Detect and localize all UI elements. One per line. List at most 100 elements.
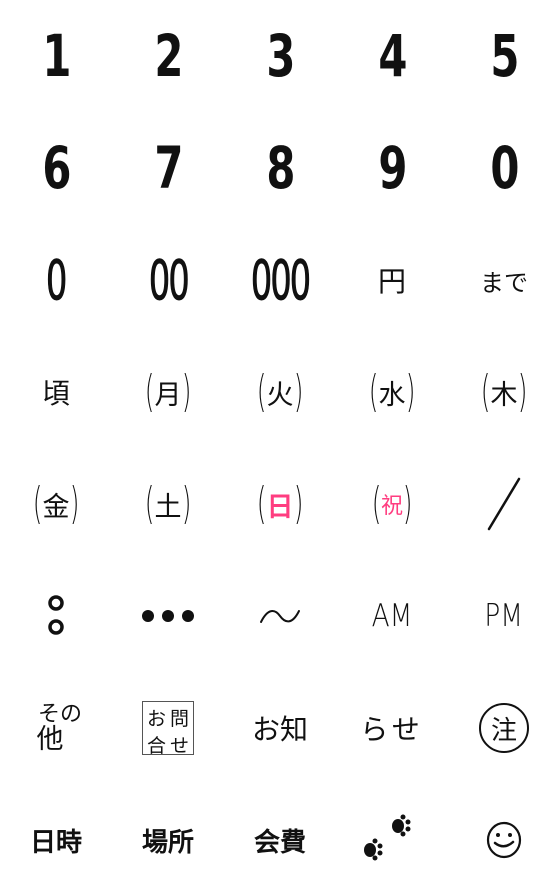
sonota-line2: 他 xyxy=(36,723,64,755)
sticker-double-zero[interactable]: 00 xyxy=(112,224,224,336)
day-label: 水 xyxy=(378,379,406,411)
sticker-digit-7[interactable]: 7 xyxy=(112,112,224,224)
sticker-slash[interactable] xyxy=(448,448,560,560)
otoiawase-box: お 問 合 せ xyxy=(142,701,194,757)
rase-label: らせ xyxy=(360,713,424,746)
tilde-icon xyxy=(260,610,300,623)
sticker-paws[interactable] xyxy=(336,784,448,896)
triple-zero-label: 000 xyxy=(250,248,312,312)
digit-label: 0 xyxy=(490,134,519,202)
paren-close: ) xyxy=(181,366,191,417)
am-label: AM xyxy=(371,598,413,634)
sticker-tuesday[interactable]: (火) xyxy=(224,336,336,448)
sticker-basho[interactable]: 場所 xyxy=(112,784,224,896)
sticker-digit-1[interactable]: 1 xyxy=(0,0,112,112)
sticker-ellipsis[interactable] xyxy=(112,560,224,672)
basho-label: 場所 xyxy=(141,827,194,858)
sticker-am[interactable]: AM xyxy=(336,560,448,672)
nichiji-label: 日時 xyxy=(29,827,82,858)
otoiawase-char: 合 xyxy=(146,735,166,757)
pm-label: PM xyxy=(484,598,524,634)
digit-label: 3 xyxy=(266,22,295,90)
sticker-kaihi[interactable]: 会費 xyxy=(224,784,336,896)
sticker-yen[interactable]: 円 xyxy=(336,224,448,336)
paw-prints-icon xyxy=(364,814,411,861)
sticker-rase[interactable]: らせ xyxy=(336,672,448,784)
sticker-goro[interactable]: 頃 xyxy=(0,336,112,448)
sticker-otoiawase[interactable]: お 問 合 せ xyxy=(112,672,224,784)
yen-label: 円 xyxy=(377,265,406,298)
day-label: 月 xyxy=(154,379,182,411)
day-label: 祝 xyxy=(380,494,403,519)
digit-label: 4 xyxy=(378,22,407,90)
sticker-digit-4[interactable]: 4 xyxy=(336,0,448,112)
sticker-smiley[interactable] xyxy=(448,784,560,896)
chui-circle: 注 xyxy=(479,703,529,753)
sticker-digit-2[interactable]: 2 xyxy=(112,0,224,112)
slash-icon xyxy=(487,477,521,531)
digit-label: 8 xyxy=(266,134,295,202)
double-zero-label: 00 xyxy=(148,248,189,312)
sonota-stack: その 他 xyxy=(30,701,82,755)
oshira-label: お知 xyxy=(251,713,308,746)
paren-close: ) xyxy=(517,366,527,417)
sticker-friday[interactable]: (金) xyxy=(0,448,112,560)
otoiawase-char: 問 xyxy=(169,708,189,730)
otoiawase-char: お xyxy=(146,708,166,730)
paren-close: ) xyxy=(402,478,413,529)
zero-label: 0 xyxy=(46,248,68,312)
digit-label: 1 xyxy=(42,22,71,90)
sticker-chui[interactable]: 注 xyxy=(448,672,560,784)
sticker-monday[interactable]: (月) xyxy=(112,336,224,448)
paren-open: ( xyxy=(369,366,379,417)
sticker-digit-6[interactable]: 6 xyxy=(0,112,112,224)
sticker-digit-5[interactable]: 5 xyxy=(448,0,560,112)
digit-label: 5 xyxy=(490,22,519,90)
sticker-oshira[interactable]: お知 xyxy=(224,672,336,784)
made-label: まで xyxy=(480,268,528,297)
sticker-colon[interactable] xyxy=(0,560,112,672)
day-label: 木 xyxy=(490,379,518,411)
day-label: 金 xyxy=(42,491,70,523)
otoiawase-char: せ xyxy=(169,735,189,757)
digit-label: 2 xyxy=(154,22,183,90)
colon-icon xyxy=(48,595,64,635)
paren-open: ( xyxy=(481,366,491,417)
paren-close: ) xyxy=(69,478,79,529)
ellipsis-icon xyxy=(142,610,194,622)
sticker-grid: 1 2 3 4 5 6 7 8 9 0 0 00 000 円 まで 頃 (月) … xyxy=(0,0,560,896)
day-label: 火 xyxy=(266,379,294,411)
digit-label: 9 xyxy=(378,134,407,202)
paren-open: ( xyxy=(145,478,155,529)
sticker-thursday[interactable]: (木) xyxy=(448,336,560,448)
sticker-sonota[interactable]: その 他 xyxy=(0,672,112,784)
sticker-saturday[interactable]: (土) xyxy=(112,448,224,560)
day-label: 土 xyxy=(154,491,182,523)
kaihi-label: 会費 xyxy=(253,827,306,858)
sonota-line1: その xyxy=(37,701,82,727)
smiley-icon xyxy=(486,821,522,859)
paren-open: ( xyxy=(257,366,267,417)
sticker-nichiji[interactable]: 日時 xyxy=(0,784,112,896)
sticker-sunday[interactable]: (日) xyxy=(224,448,336,560)
sticker-triple-zero[interactable]: 000 xyxy=(224,224,336,336)
sticker-tilde[interactable] xyxy=(224,560,336,672)
sticker-digit-8[interactable]: 8 xyxy=(224,112,336,224)
goro-label: 頃 xyxy=(41,377,70,410)
day-label: 日 xyxy=(266,491,294,523)
paren-close: ) xyxy=(293,366,303,417)
digit-label: 7 xyxy=(154,134,183,202)
paren-open: ( xyxy=(33,478,43,529)
sticker-pm[interactable]: PM xyxy=(448,560,560,672)
paren-open: ( xyxy=(145,366,155,417)
sticker-holiday[interactable]: (祝) xyxy=(336,448,448,560)
paren-open: ( xyxy=(257,478,267,529)
paren-close: ) xyxy=(293,478,303,529)
sticker-digit-9[interactable]: 9 xyxy=(336,112,448,224)
paren-open: ( xyxy=(371,478,382,529)
sticker-wednesday[interactable]: (水) xyxy=(336,336,448,448)
sticker-made[interactable]: まで xyxy=(448,224,560,336)
sticker-digit-3[interactable]: 3 xyxy=(224,0,336,112)
sticker-digit-0[interactable]: 0 xyxy=(448,112,560,224)
sticker-zero[interactable]: 0 xyxy=(0,224,112,336)
